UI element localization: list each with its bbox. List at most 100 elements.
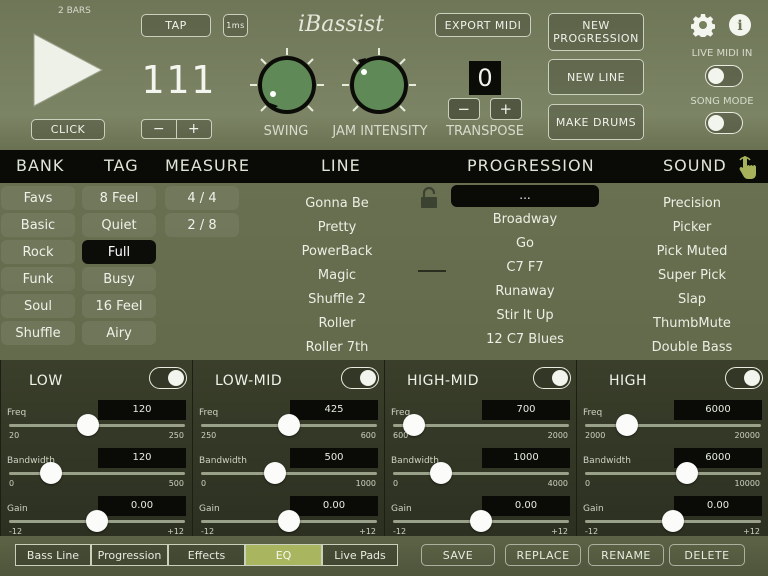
new-progression-button[interactable]: NEW PROGRESSION [548, 13, 644, 51]
eq-freq-slider-thumb[interactable] [616, 414, 639, 436]
eq-bw-slider-thumb[interactable] [676, 462, 699, 484]
song-mode-toggle[interactable] [705, 112, 743, 134]
tab-live-pads[interactable]: Live Pads [322, 544, 398, 566]
tap-button[interactable]: TAP [141, 14, 211, 37]
eq-panel-low-mid: LOW-MID Freq 425 250 600 Bandwidth 500 0 1000 Gai… [192, 360, 384, 536]
eq-gain-label: Gain [7, 504, 28, 514]
tab-eq[interactable]: EQ [245, 544, 322, 566]
eq-panel-high-mid: HIGH-MID Freq 700 600 2000 Bandwidth 1000 0 4000… [384, 360, 576, 536]
sound-item[interactable]: ThumbMute [632, 316, 752, 331]
progression-item[interactable]: Stir It Up [465, 308, 585, 323]
line-item[interactable]: Shuffle 2 [277, 292, 397, 307]
tempo-mode-button[interactable]: 1ms [223, 14, 248, 37]
tab-progression[interactable]: Progression [91, 544, 168, 566]
tag-item[interactable]: Airy [82, 321, 156, 345]
eq-freq-slider-thumb[interactable] [77, 414, 100, 436]
transpose-minus-button[interactable]: − [448, 98, 480, 120]
save-button[interactable]: SAVE [421, 544, 495, 566]
sound-item[interactable]: Double Bass [632, 340, 752, 355]
export-midi-button[interactable]: EXPORT MIDI [435, 13, 531, 37]
progression-item[interactable]: 12 C7 Blues [465, 332, 585, 347]
transpose-plus-button[interactable]: + [490, 98, 522, 120]
eq-gain-label: Gain [583, 504, 604, 514]
hand-pointer-icon[interactable] [736, 152, 760, 180]
eq-bw-max: 4000 [547, 479, 568, 488]
eq-band-toggle[interactable] [149, 367, 187, 389]
eq-band-toggle[interactable] [341, 367, 379, 389]
delete-button[interactable]: DELETE [669, 544, 745, 566]
line-item[interactable]: Pretty [277, 220, 397, 235]
tag-item[interactable]: 8 Feel [82, 186, 156, 210]
eq-bw-value[interactable]: 500 [290, 448, 378, 468]
rename-button[interactable]: RENAME [588, 544, 664, 566]
eq-bw-slider-thumb[interactable] [263, 462, 286, 484]
eq-bw-value[interactable]: 1000 [482, 448, 570, 468]
play-icon[interactable] [32, 32, 104, 108]
eq-gain-value[interactable]: 0.00 [482, 496, 570, 516]
make-drums-button[interactable]: MAKE DRUMS [548, 104, 644, 140]
bank-item[interactable]: Shuffle [1, 321, 75, 345]
eq-freq-value[interactable]: 425 [290, 400, 378, 420]
eq-freq-value[interactable]: 700 [482, 400, 570, 420]
eq-panel-low: LOW Freq 120 20 250 Bandwidth 120 0 500 Gain 0.00-… [0, 360, 192, 536]
tag-item[interactable]: 16 Feel [82, 294, 156, 318]
line-item[interactable]: Roller 7th [277, 340, 397, 355]
bank-item[interactable]: Rock [1, 240, 75, 264]
eq-bw-slider-thumb[interactable] [429, 462, 452, 484]
eq-freq-value[interactable]: 6000 [674, 400, 762, 420]
line-item[interactable]: Gonna Be [277, 196, 397, 211]
eq-gain-value[interactable]: 0.00 [290, 496, 378, 516]
eq-gain-value[interactable]: 0.00 [674, 496, 762, 516]
bank-item[interactable]: Basic [1, 213, 75, 237]
tab-effects[interactable]: Effects [168, 544, 245, 566]
eq-gain-slider-thumb[interactable] [470, 510, 492, 532]
sound-item[interactable]: Super Pick [632, 268, 752, 283]
eq-freq-value[interactable]: 120 [98, 400, 186, 420]
eq-bw-track [393, 472, 569, 475]
sound-item[interactable]: Slap [632, 292, 752, 307]
eq-bw-slider-thumb[interactable] [40, 462, 63, 484]
tempo-minus-button[interactable]: − [141, 119, 177, 139]
eq-gain-slider-thumb[interactable] [662, 510, 684, 532]
jam-intensity-knob[interactable] [340, 46, 418, 124]
tempo-value: 111 [141, 58, 216, 102]
tag-item[interactable]: Full [82, 240, 156, 264]
progression-selected[interactable]: ... [451, 185, 599, 207]
eq-bw-value[interactable]: 120 [98, 448, 186, 468]
eq-gain-slider-thumb[interactable] [278, 510, 300, 532]
bank-item[interactable]: Favs [1, 186, 75, 210]
sound-item[interactable]: Pick Muted [632, 244, 752, 259]
sound-header: SOUND [663, 156, 727, 175]
progression-item[interactable]: C7 F7 [465, 260, 585, 275]
eq-band-toggle[interactable] [533, 367, 571, 389]
eq-gain-slider-thumb[interactable] [86, 510, 108, 532]
info-icon[interactable]: i [728, 13, 752, 37]
progression-item[interactable]: Runaway [465, 284, 585, 299]
swing-knob[interactable] [248, 46, 326, 124]
progression-item[interactable]: Broadway [465, 212, 585, 227]
replace-button[interactable]: REPLACE [505, 544, 581, 566]
tag-item[interactable]: Busy [82, 267, 156, 291]
settings-gear-icon[interactable] [691, 13, 715, 37]
eq-bw-label: Bandwidth [199, 456, 247, 466]
line-item[interactable]: Magic [277, 268, 397, 283]
bank-item[interactable]: Funk [1, 267, 75, 291]
tab-bass-line[interactable]: Bass Line [15, 544, 91, 566]
click-button[interactable]: CLICK [31, 119, 105, 140]
sound-item[interactable]: Picker [632, 220, 752, 235]
line-item[interactable]: Roller [277, 316, 397, 331]
bank-item[interactable]: Soul [1, 294, 75, 318]
eq-gain-value[interactable]: 0.00 [98, 496, 186, 516]
eq-freq-slider-thumb[interactable] [278, 414, 300, 436]
progression-item[interactable]: Go [465, 236, 585, 251]
live-midi-toggle[interactable] [705, 65, 743, 87]
eq-band-toggle[interactable] [725, 367, 763, 389]
line-item[interactable]: PowerBack [277, 244, 397, 259]
sound-item[interactable]: Precision [632, 196, 752, 211]
tempo-plus-button[interactable]: + [176, 119, 212, 139]
measure-item[interactable]: 4 / 4 [165, 186, 239, 210]
tag-item[interactable]: Quiet [82, 213, 156, 237]
lock-icon[interactable] [420, 187, 438, 209]
new-line-button[interactable]: NEW LINE [548, 59, 644, 95]
measure-item[interactable]: 2 / 8 [165, 213, 239, 237]
